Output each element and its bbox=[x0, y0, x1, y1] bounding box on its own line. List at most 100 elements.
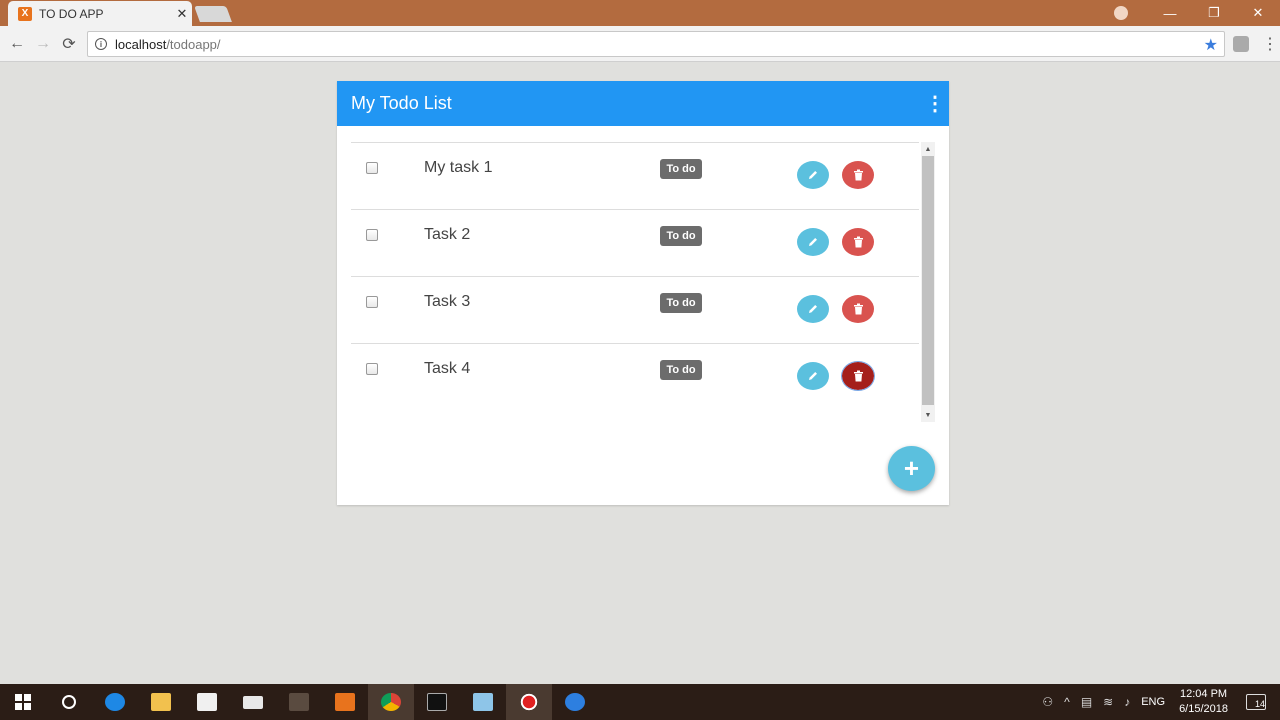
task-list: My task 1 To do Task 2 To do Task 3 To d… bbox=[351, 142, 919, 410]
pencil-icon bbox=[809, 372, 817, 380]
language-indicator[interactable]: ENG bbox=[1141, 696, 1165, 708]
network-icon[interactable]: ▤ bbox=[1081, 695, 1092, 709]
cortana-button[interactable] bbox=[46, 684, 92, 720]
xampp-favicon-icon: X bbox=[18, 6, 32, 21]
system-tray: ⚇ ^ ▤ ≋ ♪ ENG 12:04 PM 6/15/2018 14 bbox=[1042, 684, 1280, 720]
browser-tab[interactable]: X TO DO APP ✕ bbox=[8, 1, 192, 26]
task-row: My task 1 To do bbox=[351, 142, 919, 209]
windows-logo-icon bbox=[15, 694, 31, 710]
browser-toolbar: ← → ⟳ i localhost/todoapp/ ★ ⋮ bbox=[0, 26, 1280, 62]
chrome-icon bbox=[381, 693, 401, 711]
taskbar-notes[interactable] bbox=[460, 684, 506, 720]
trash-icon bbox=[853, 370, 863, 382]
task-label: Task 2 bbox=[424, 226, 471, 243]
volume-icon[interactable]: ♪ bbox=[1124, 695, 1130, 709]
scrollbar-thumb[interactable] bbox=[922, 156, 934, 405]
new-tab-button[interactable] bbox=[194, 6, 232, 22]
delete-button[interactable] bbox=[842, 295, 874, 323]
clock-time: 12:04 PM bbox=[1179, 688, 1228, 700]
trash-icon bbox=[853, 169, 863, 181]
status-badge: To do bbox=[660, 226, 702, 246]
task-checkbox[interactable] bbox=[366, 229, 378, 241]
address-bar[interactable]: i localhost/todoapp/ ★ bbox=[87, 31, 1225, 57]
taskbar-store[interactable] bbox=[184, 684, 230, 720]
notification-center-icon[interactable]: 14 bbox=[1246, 694, 1266, 710]
info-icon[interactable]: i bbox=[95, 38, 107, 50]
mail-icon bbox=[243, 695, 263, 709]
cortana-circle-icon bbox=[62, 695, 76, 709]
delete-button[interactable] bbox=[842, 161, 874, 189]
chevron-up-icon[interactable]: ^ bbox=[1064, 695, 1070, 709]
taskbar-recorder[interactable] bbox=[506, 684, 552, 720]
taskbar-explorer[interactable] bbox=[138, 684, 184, 720]
taskbar-app[interactable] bbox=[552, 684, 598, 720]
notification-count: 14 bbox=[1254, 699, 1265, 709]
url-path: /todoapp/ bbox=[166, 36, 221, 52]
status-badge: To do bbox=[660, 360, 702, 380]
scroll-down-arrow-icon[interactable]: ▼ bbox=[921, 408, 935, 422]
task-checkbox[interactable] bbox=[366, 296, 378, 308]
record-icon bbox=[519, 693, 539, 711]
windows-taskbar: ⚇ ^ ▤ ≋ ♪ ENG 12:04 PM 6/15/2018 14 bbox=[0, 684, 1280, 720]
status-badge: To do bbox=[660, 293, 702, 313]
extension-icon[interactable] bbox=[1233, 36, 1249, 52]
taskbar-terminal[interactable] bbox=[414, 684, 460, 720]
edit-button[interactable] bbox=[797, 228, 829, 256]
notes-icon bbox=[473, 693, 493, 711]
more-options-icon[interactable]: ⋮ bbox=[925, 94, 945, 114]
tab-title: TO DO APP bbox=[39, 6, 104, 21]
scroll-up-arrow-icon[interactable]: ▲ bbox=[921, 142, 935, 156]
clock-date: 6/15/2018 bbox=[1179, 703, 1228, 715]
close-window-button[interactable]: ✕ bbox=[1236, 0, 1280, 26]
edit-button[interactable] bbox=[797, 362, 829, 390]
profile-icon[interactable] bbox=[1114, 6, 1128, 20]
edit-button[interactable] bbox=[797, 161, 829, 189]
browser-menu-icon[interactable]: ⋮ bbox=[1262, 34, 1278, 54]
xampp-icon bbox=[335, 693, 355, 711]
minimize-button[interactable]: — bbox=[1148, 0, 1192, 26]
pencil-icon bbox=[809, 171, 817, 179]
task-list-scrollbar[interactable]: ▲ ▼ bbox=[921, 142, 935, 422]
restore-button[interactable]: ❐ bbox=[1192, 0, 1236, 26]
start-button[interactable] bbox=[0, 684, 46, 720]
taskbar-sublime[interactable] bbox=[276, 684, 322, 720]
pencil-icon bbox=[809, 305, 817, 313]
store-icon bbox=[197, 693, 217, 711]
browser-titlebar: X TO DO APP ✕ — ❐ ✕ bbox=[0, 0, 1280, 26]
task-checkbox[interactable] bbox=[366, 162, 378, 174]
taskbar-mail[interactable] bbox=[230, 684, 276, 720]
page-title: My Todo List bbox=[351, 93, 452, 113]
sublime-icon bbox=[289, 693, 309, 711]
tab-close-icon[interactable]: ✕ bbox=[172, 6, 192, 22]
terminal-icon bbox=[427, 693, 447, 711]
task-label: Task 3 bbox=[424, 293, 471, 310]
people-icon[interactable]: ⚇ bbox=[1042, 695, 1053, 709]
delete-button[interactable] bbox=[841, 361, 875, 391]
task-label: My task 1 bbox=[424, 159, 493, 176]
pencil-icon bbox=[809, 238, 817, 246]
taskbar-edge[interactable] bbox=[92, 684, 138, 720]
status-badge: To do bbox=[660, 159, 702, 179]
window-controls: — ❐ ✕ bbox=[1114, 0, 1280, 26]
add-task-button[interactable]: + bbox=[888, 446, 935, 491]
clock[interactable]: 12:04 PM 6/15/2018 bbox=[1179, 687, 1228, 717]
save-disk-icon bbox=[565, 693, 585, 711]
delete-button[interactable] bbox=[842, 228, 874, 256]
taskbar-chrome[interactable] bbox=[368, 684, 414, 720]
trash-icon bbox=[853, 236, 863, 248]
edit-button[interactable] bbox=[797, 295, 829, 323]
taskbar-xampp[interactable] bbox=[322, 684, 368, 720]
task-row: Task 2 To do bbox=[351, 209, 919, 276]
task-row: Task 3 To do bbox=[351, 276, 919, 343]
folder-icon bbox=[151, 693, 171, 711]
trash-icon bbox=[853, 303, 863, 315]
card-header: My Todo List ⋮ bbox=[337, 81, 949, 126]
bookmark-star-icon[interactable]: ★ bbox=[1204, 35, 1218, 55]
url-host: localhost bbox=[115, 36, 167, 52]
back-button[interactable]: ← bbox=[5, 32, 29, 56]
task-checkbox[interactable] bbox=[366, 363, 378, 375]
wifi-icon[interactable]: ≋ bbox=[1103, 695, 1113, 709]
task-label: Task 4 bbox=[424, 360, 471, 377]
reload-button[interactable]: ⟳ bbox=[57, 32, 81, 56]
forward-button[interactable]: → bbox=[31, 32, 55, 56]
